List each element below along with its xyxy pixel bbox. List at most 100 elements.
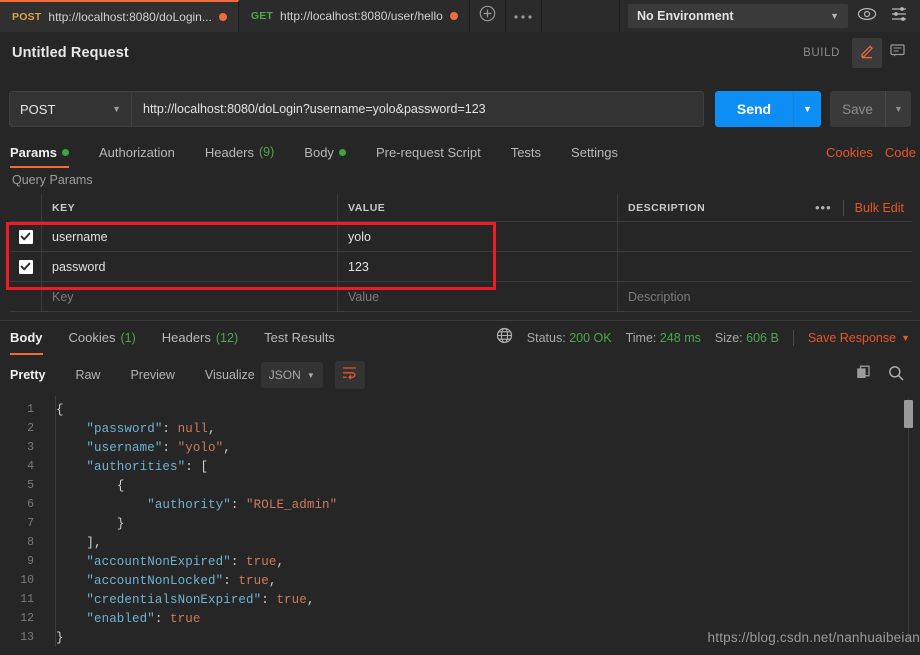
- tab-body-label: Body: [304, 145, 334, 160]
- code-token-pun: ,: [269, 574, 277, 588]
- url-text: http://localhost:8080/doLogin?username=y…: [143, 102, 486, 116]
- save-button[interactable]: Save: [830, 91, 885, 127]
- method-label: POST: [20, 102, 55, 117]
- tab-body[interactable]: Body: [304, 136, 360, 168]
- empty-row-checkbox-cell: [10, 282, 42, 311]
- code-line: 7 }: [0, 514, 920, 533]
- code-token-pun: :: [231, 498, 246, 512]
- tab-settings[interactable]: Settings: [571, 136, 632, 168]
- row-checkbox-cell[interactable]: [10, 222, 42, 251]
- save-response-button[interactable]: Save Response ▼: [808, 331, 910, 345]
- divider: [843, 200, 844, 216]
- request-tab-1[interactable]: GET http://localhost:8080/user/hello: [239, 0, 470, 32]
- code-line-text: "password": null,: [46, 422, 920, 436]
- tab-headers[interactable]: Headers (9): [205, 136, 288, 168]
- format-preview[interactable]: Preview: [130, 368, 174, 382]
- plus-circle-icon: [479, 5, 496, 27]
- url-input[interactable]: http://localhost:8080/doLogin?username=y…: [131, 91, 704, 127]
- code-link[interactable]: Code: [885, 145, 916, 160]
- tab-params-label: Params: [10, 145, 57, 160]
- row-checkbox-username[interactable]: [19, 230, 33, 244]
- send-options-button[interactable]: ▼: [793, 91, 821, 127]
- empty-row-key-cell[interactable]: Key: [42, 282, 338, 311]
- edit-request-button[interactable]: [852, 38, 882, 68]
- tab-authorization[interactable]: Authorization: [99, 136, 189, 168]
- table-row[interactable]: password 123: [10, 252, 912, 282]
- language-selector[interactable]: JSON ▼: [261, 362, 323, 388]
- response-scrollbar-track[interactable]: [908, 398, 909, 644]
- code-line-text: "username": "yolo",: [46, 441, 920, 455]
- format-pretty[interactable]: Pretty: [10, 368, 45, 382]
- code-line-number: 13: [0, 631, 46, 644]
- response-body-code[interactable]: 1{2 "password": null,3 "username": "yolo…: [0, 396, 920, 655]
- search-icon[interactable]: [888, 365, 904, 386]
- response-scrollbar-thumb[interactable]: [904, 400, 913, 428]
- response-tab-headers[interactable]: Headers (12): [162, 321, 238, 355]
- time-label: Time:: [626, 331, 657, 345]
- code-token-br: {: [117, 479, 125, 493]
- cookies-link[interactable]: Cookies: [826, 145, 873, 160]
- copy-icon[interactable]: [856, 365, 872, 386]
- code-token-lit: true: [276, 593, 306, 607]
- request-tab-0[interactable]: POST http://localhost:8080/doLogin...: [0, 0, 239, 32]
- code-line-number: 4: [0, 460, 46, 473]
- query-params-table: KEY VALUE DESCRIPTION ••• Bulk Edit: [10, 194, 912, 312]
- environment-settings-button[interactable]: [886, 4, 912, 28]
- request-name-row: Untitled Request BUILD: [0, 32, 920, 74]
- row-checkbox-cell[interactable]: [10, 252, 42, 281]
- method-selector[interactable]: POST ▼: [9, 91, 131, 127]
- save-options-button[interactable]: ▼: [885, 91, 911, 127]
- new-param-description-input: Description: [628, 290, 691, 304]
- code-line-number: 7: [0, 517, 46, 530]
- request-links: Cookies Code: [826, 145, 920, 160]
- tab-pre-request-script[interactable]: Pre-request Script: [376, 136, 495, 168]
- postman-window: POST http://localhost:8080/doLogin... GE…: [0, 0, 920, 655]
- environment-selector[interactable]: No Environment ▼: [628, 4, 848, 28]
- table-header-row: KEY VALUE DESCRIPTION ••• Bulk Edit: [10, 194, 912, 222]
- comment-button[interactable]: [882, 38, 912, 68]
- divider: [793, 330, 794, 346]
- request-section-tabs: Params Authorization Headers (9) Body Pr…: [0, 136, 920, 168]
- query-params-label: Query Params: [0, 168, 920, 192]
- url-row: POST ▼ http://localhost:8080/doLogin?use…: [0, 84, 920, 134]
- row-key-cell[interactable]: username: [42, 222, 338, 251]
- response-tab-test-results-label: Test Results: [264, 330, 335, 345]
- code-line: 6 "authority": "ROLE_admin": [0, 495, 920, 514]
- bulk-edit-button[interactable]: Bulk Edit: [855, 201, 904, 215]
- word-wrap-button[interactable]: [335, 361, 365, 389]
- format-visualize[interactable]: Visualize: [205, 368, 255, 382]
- row-checkbox-password[interactable]: [19, 260, 33, 274]
- format-raw[interactable]: Raw: [75, 368, 100, 382]
- code-token-key: "authorities": [86, 460, 185, 474]
- tab-params[interactable]: Params: [10, 136, 83, 168]
- code-token-str: "yolo": [178, 441, 224, 455]
- code-line-text: "enabled": true: [46, 612, 920, 626]
- response-tab-cookies[interactable]: Cookies (1): [69, 321, 136, 355]
- table-row[interactable]: username yolo: [10, 222, 912, 252]
- row-description-cell[interactable]: [618, 222, 912, 251]
- response-tab-body[interactable]: Body: [10, 321, 43, 355]
- code-line-number: 2: [0, 422, 46, 435]
- request-tab-bar: POST http://localhost:8080/doLogin... GE…: [0, 0, 920, 32]
- response-tab-cookies-label: Cookies: [69, 330, 116, 345]
- row-key-cell[interactable]: password: [42, 252, 338, 281]
- status-badge: Status: 200 OK: [527, 331, 612, 345]
- param-key-username: username: [52, 230, 108, 244]
- row-value-cell[interactable]: 123: [338, 252, 618, 281]
- empty-row-value-cell[interactable]: Value: [338, 282, 618, 311]
- send-button[interactable]: Send: [715, 91, 793, 127]
- table-row-empty[interactable]: Key Value Description: [10, 282, 912, 312]
- code-line-number: 12: [0, 612, 46, 625]
- tab-more-button[interactable]: [506, 0, 542, 32]
- new-tab-button[interactable]: [470, 0, 506, 32]
- eye-icon: [857, 7, 877, 26]
- empty-row-description-cell[interactable]: Description: [618, 282, 912, 311]
- unsaved-dot-icon: [450, 12, 458, 20]
- environment-quick-look-button[interactable]: [854, 4, 880, 28]
- response-tab-test-results[interactable]: Test Results: [264, 321, 335, 355]
- tab-tests[interactable]: Tests: [511, 136, 555, 168]
- ellipsis-icon[interactable]: •••: [815, 200, 832, 215]
- page-title: Untitled Request: [0, 45, 129, 61]
- row-value-cell[interactable]: yolo: [338, 222, 618, 251]
- row-description-cell[interactable]: [618, 252, 912, 281]
